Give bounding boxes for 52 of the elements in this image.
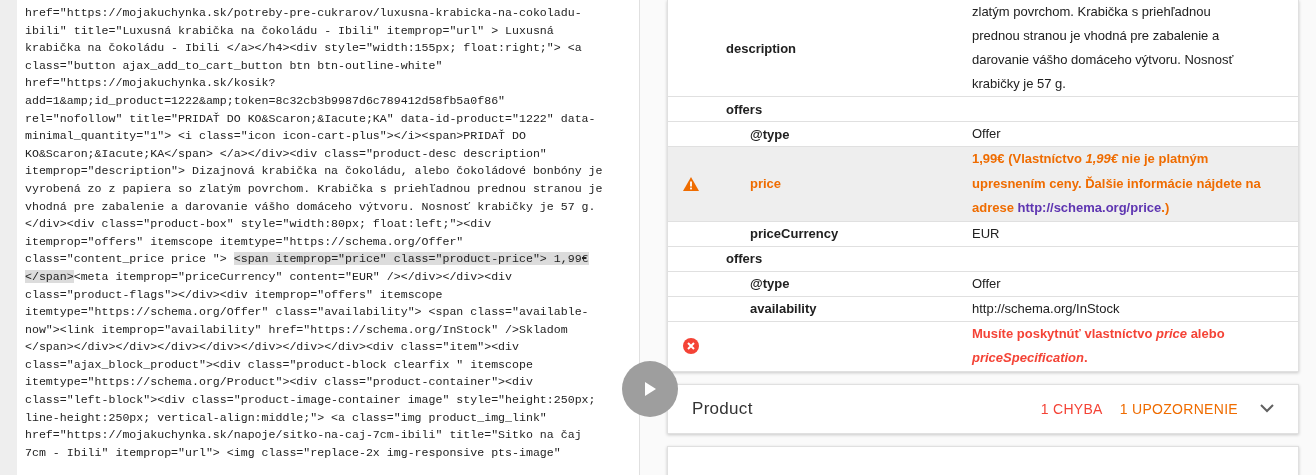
- property-name: availability: [749, 301, 818, 316]
- code-line: </div><div class="product-box" style="width:80px; float:left;"><div: [25, 216, 493, 233]
- item-title: Product: [692, 398, 754, 419]
- warning-message: 1,99€ (Vlastníctvo 1,99€ nie je platným upresnením ceny. Ďalšie informácie nájdete na adrese http://schema.org/price.): [972, 150, 1262, 217]
- warning-icon: [683, 176, 699, 191]
- error-count: 1 CHYBA: [1040, 400, 1103, 417]
- code-line: KO&Scaron;&Iacute;KA</span> </a></div><div class="product-desc description": [25, 145, 548, 162]
- property-value: EUR: [972, 224, 1001, 243]
- property-name: offers: [725, 101, 764, 117]
- code-line: 7cm - Ibili" itemprop="url"> <img class="replace-2x img-responsive pts-image": [25, 444, 562, 461]
- code-line: krabička na čokoládu - Ibili </a></h4><div style="width:155px; float:right;"> <a: [25, 40, 583, 57]
- property-name: priceCurrency: [749, 226, 840, 241]
- code-line: href="https://mojakuchynka.sk/potreby-pre-cukrarov/luxusna-krabicka-na-cokoladu-: [25, 5, 583, 21]
- highlighted-code: </span>: [25, 269, 74, 283]
- code-line: class="product-flags"></div><div itemprop="offers" itemscope: [25, 286, 444, 303]
- code-line: class="ajax_block_product"><div class="product-block clearfix " itemscope: [25, 356, 534, 373]
- schema-link[interactable]: http://schema.org/price: [1017, 200, 1162, 215]
- code-line: href="https://mojakuchynka.sk/napoje/sitko-na-caj-7cm-ibili" title="Sitko na čaj: [25, 427, 583, 444]
- highlighted-code: <span itemprop="price" class="product-price"> 1,99€: [233, 252, 589, 266]
- code-line: class="left-block"><div class="product-image-container image" style="height:250px;: [25, 392, 597, 409]
- result-item[interactable]: Product 1 CHYBA 1 UPOZORNENIE: [667, 383, 1299, 434]
- property-value: Offer: [972, 125, 1002, 143]
- code-line: minimal_quantity="1"> <i class="icon icon-cart-plus"></i><span>PRIDAŤ DO: [25, 128, 527, 145]
- play-icon: [643, 381, 657, 397]
- code-line: itemprop="description"> Dizajnová krabička na čokoládu, alebo čokoládové bonbóny je: [25, 163, 603, 180]
- property-value: Offer: [972, 274, 1002, 293]
- property-name: @type: [749, 276, 791, 291]
- property-name: offers: [725, 251, 764, 266]
- code-line: itemtype="https://schema.org/Product"><div class="product-container"><div: [25, 374, 534, 391]
- code-line: itemprop="offers" itemscope itemtype="https://schema.org/Offer": [25, 233, 465, 250]
- code-line: vhodná pre zabalenie a darovanie vášho domáceho výtvoru. Nosnosť krabičky je 57 g.: [25, 198, 597, 215]
- property-value: zlatým povrchom. Krabička s priehľadnou prednou stranou je vhodná pre zabalenie a darovanie vášho domáceho výtvoru. Nosnosť krabičky je 57 g.: [972, 3, 1235, 93]
- code-line: itemtype="https://schema.org/Offer" class="availability"> <span class="available-: [25, 304, 590, 321]
- code-line: class="button ajax_add_to_cart_button btn btn-outline-white": [25, 57, 444, 74]
- warning-count: 1 UPOZORNENIE: [1119, 400, 1238, 417]
- code-line: add=1&amp;id_product=1222&amp;token=8c32cb3b9987d6c789412d58fb5a0f86": [25, 92, 507, 109]
- chevron-down-icon[interactable]: [1260, 404, 1274, 413]
- code-text: class="content_price price ">: [25, 252, 228, 266]
- code-line: vyrobená zo z papiera so zlatým povrchom. Krabička s priehľadnou prednou stranou je: [25, 180, 603, 197]
- property-name: @type: [749, 126, 791, 142]
- property-value: http://schema.org/InStock: [972, 299, 1121, 318]
- property-name: description: [725, 40, 798, 56]
- code-line: </span></div></div></div></div></div></div></div><div class="item"><div: [25, 339, 520, 356]
- code-line: now"><link itemprop="availability" href="https://schema.org/InStock" />Skladom: [25, 321, 569, 338]
- code-line: line-height:250px; vertical-align:middle;"> <a class="img product_img_link": [25, 409, 548, 426]
- property-name: price: [749, 176, 783, 192]
- code-line: ibili" title="Luxusná krabička na čokoládu - Ibili" itemprop="url" > Luxusná: [25, 22, 555, 39]
- code-text: <meta itemprop="priceCurrency" content="EUR" /></div></div><div: [73, 269, 513, 283]
- error-message: Musíte poskytnúť vlastníctvo price alebo priceSpecification.: [972, 324, 1226, 367]
- code-line: rel="nofollow" title="PRIDAŤ DO KO&Scaron;&Iacute;KA" data-id-product="1222" data-: [25, 110, 597, 127]
- error-icon: [683, 338, 699, 354]
- code-line: href="https://mojakuchynka.sk/kosik?: [25, 75, 277, 92]
